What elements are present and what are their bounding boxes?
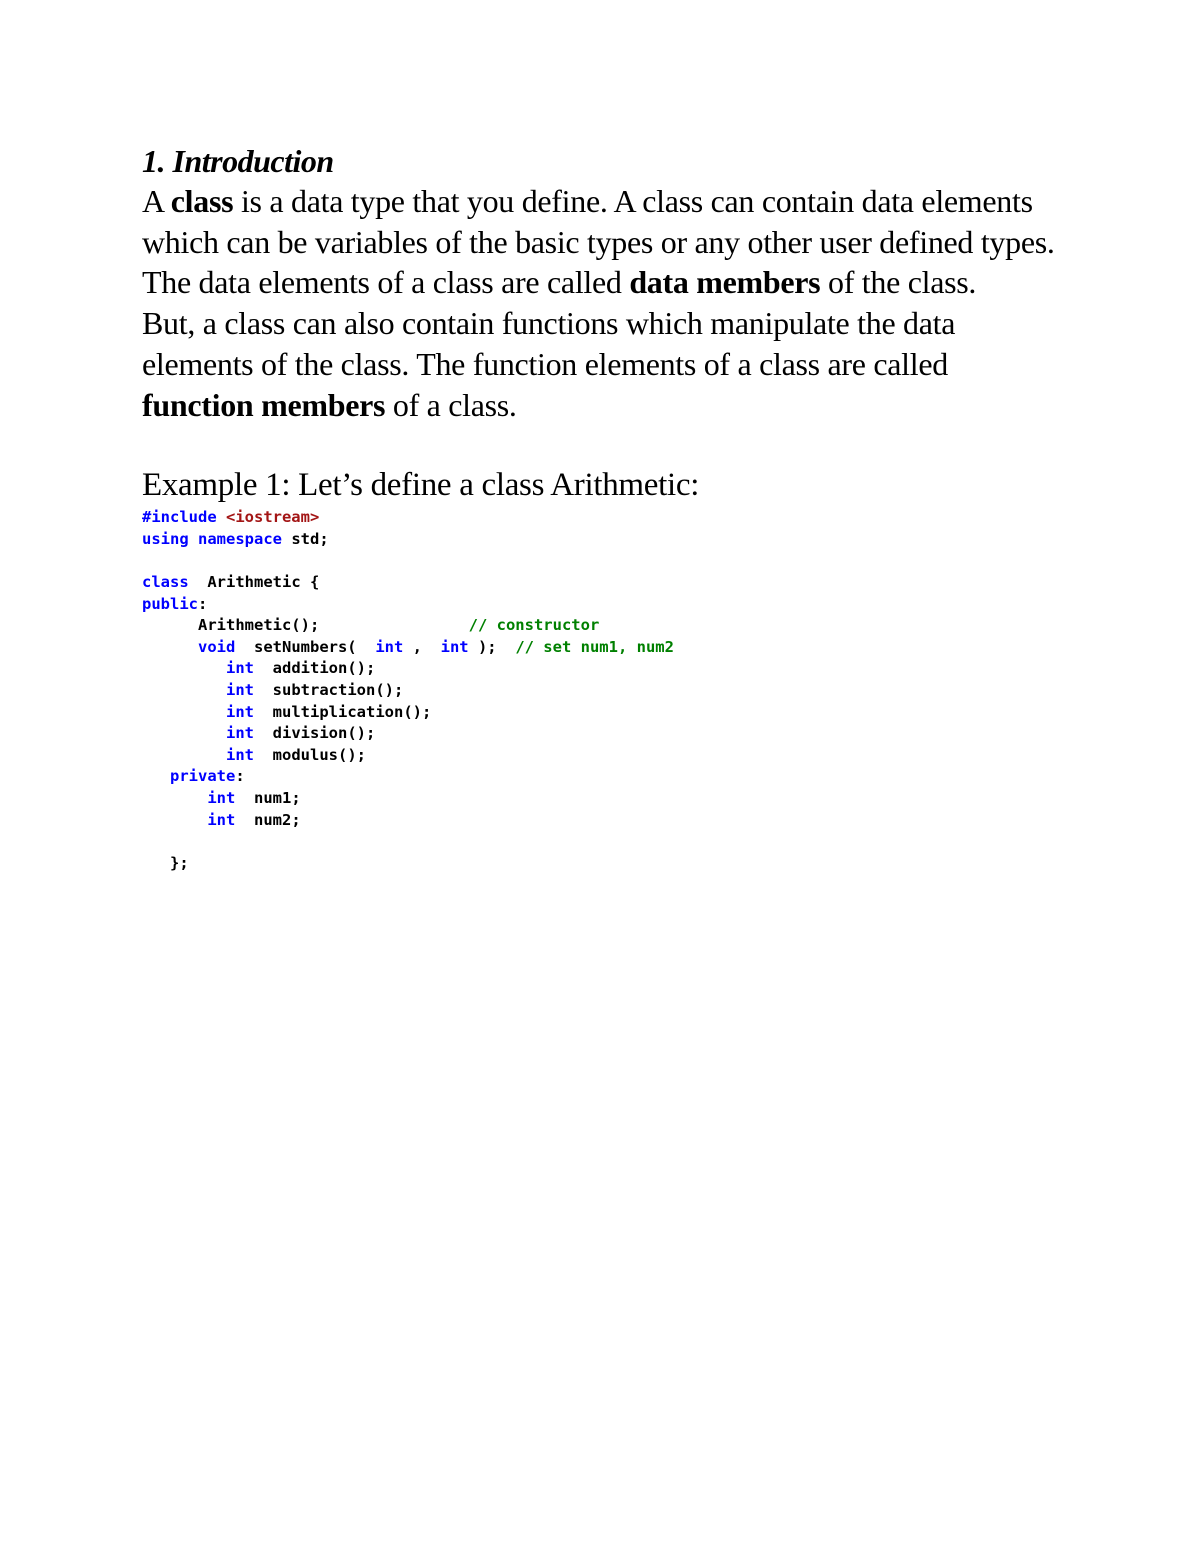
code-line: using namespace std; <box>142 529 1062 551</box>
code-text: Arithmetic { <box>188 573 320 591</box>
code-line: int division(); <box>142 723 1062 745</box>
code-line: class Arithmetic { <box>142 572 1062 594</box>
code-text: : <box>198 594 208 613</box>
bold-term-function-members: function members <box>142 386 386 423</box>
code-text: addition(); <box>272 659 376 678</box>
text: A <box>142 183 171 219</box>
section-heading: 1. Introduction <box>142 143 334 179</box>
code-line: void setNumbers( int , int ); // set num… <box>142 637 1062 659</box>
code-text: division(); <box>272 724 376 743</box>
code-line: #include <iostream> <box>142 507 1062 529</box>
code-text: num2; <box>254 810 301 829</box>
code-line: int modulus(); <box>142 745 1062 767</box>
code-line: int addition(); <box>142 658 1062 680</box>
code-line: public: <box>142 594 1062 616</box>
code-line: int multiplication(); <box>142 702 1062 724</box>
code-keyword: void <box>198 637 236 656</box>
code-keyword: int <box>226 724 254 743</box>
functions-paragraph: But, a class can also contain functions … <box>142 303 1062 425</box>
code-text: modulus(); <box>272 745 366 764</box>
code-text: , <box>403 637 441 656</box>
code-keyword: int <box>226 659 254 678</box>
code-comment: // set num1, num2 <box>515 637 674 656</box>
code-line: }; <box>142 853 1062 875</box>
code-keyword: using <box>142 529 189 548</box>
code-text: setNumbers( <box>235 637 376 656</box>
code-text: std; <box>282 529 329 548</box>
code-text: num1; <box>254 788 301 807</box>
code-text: multiplication(); <box>272 702 432 721</box>
code-line: int num1; <box>142 788 1062 810</box>
code-text: }; <box>170 853 189 872</box>
code-keyword: class <box>142 573 189 591</box>
code-keyword: int <box>226 745 254 764</box>
text: But, a class can also contain functions … <box>142 305 956 382</box>
code-keyword: int <box>440 637 469 656</box>
code-keyword: int <box>226 702 254 721</box>
code-text: ); <box>468 637 516 656</box>
code-text: Arithmetic(); <box>142 616 320 635</box>
code-keyword: private <box>170 767 236 786</box>
code-keyword: int <box>375 637 404 656</box>
code-keyword: int <box>207 788 236 807</box>
document-page: 1. Introduction A class is a data type t… <box>142 141 1062 874</box>
example-title: Example 1: Let’s define a class Arithmet… <box>142 467 700 504</box>
code-text: subtraction(); <box>272 680 404 699</box>
code-keyword: namespace <box>198 529 283 548</box>
code-keyword: int <box>226 680 254 699</box>
code-line: private: <box>142 766 1062 788</box>
code-keyword: public <box>142 594 198 613</box>
bold-term-class: class <box>170 183 234 219</box>
code-block: #include <iostream> using namespace std; … <box>142 507 1062 874</box>
code-keyword: #include <box>142 508 217 527</box>
code-include: <iostream> <box>216 508 320 527</box>
code-comment: // constructor <box>468 616 600 635</box>
code-line: int subtraction(); <box>142 680 1062 702</box>
text: of the class. <box>820 264 977 301</box>
code-line: Arithmetic(); // constructor <box>142 615 1062 637</box>
code-text: : <box>235 767 245 786</box>
text: of a class. <box>385 386 517 423</box>
bold-term-data-members: data members <box>629 264 821 301</box>
intro-paragraph: A class is a data type that you define. … <box>142 181 1062 303</box>
code-line: int num2; <box>142 810 1062 832</box>
code-keyword: int <box>207 810 236 829</box>
